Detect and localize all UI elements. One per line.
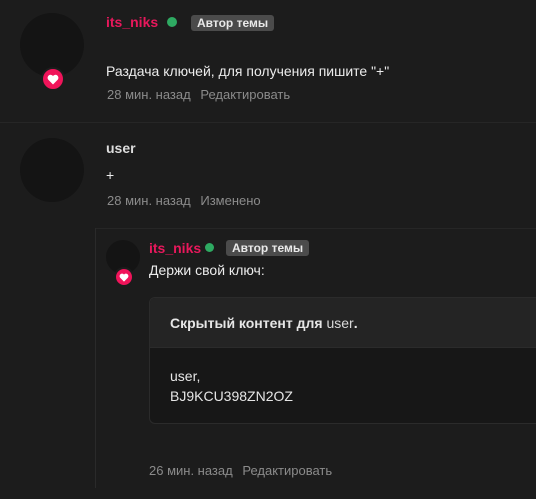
hidden-line-user: user, <box>170 368 201 384</box>
author-name[interactable]: user <box>106 139 136 157</box>
post-text: Держи свой ключ: <box>149 262 265 278</box>
post-time[interactable]: 28 мин. назад <box>107 193 191 208</box>
heart-badge <box>114 267 134 287</box>
edited-status[interactable]: Изменено <box>200 193 260 208</box>
post-text: Раздача ключей, для получения пишите "+" <box>106 63 390 79</box>
post-time[interactable]: 26 мин. назад <box>149 463 233 478</box>
divider <box>0 122 536 123</box>
reply-thread-line <box>95 228 96 488</box>
edit-link[interactable]: Редактировать <box>200 87 290 102</box>
edit-link[interactable]: Редактировать <box>242 463 332 478</box>
author-badge: Автор темы <box>191 15 275 31</box>
post-meta: 28 мин. назад Редактировать <box>107 87 296 103</box>
hidden-content-header: Скрытый контент для user . <box>150 298 536 348</box>
hidden-content-block: Скрытый контент для user . user, BJ9KCU3… <box>149 297 536 424</box>
avatar[interactable] <box>20 138 84 202</box>
hidden-line-key: BJ9KCU398ZN2OZ <box>170 388 293 404</box>
heart-badge <box>41 67 65 91</box>
post-meta: 26 мин. назад Редактировать <box>149 463 338 479</box>
post-text: + <box>106 167 115 183</box>
hidden-title-user[interactable]: user <box>326 315 353 331</box>
hidden-title-suffix: . <box>353 314 358 331</box>
author-name[interactable]: its_niks <box>149 240 201 256</box>
hidden-content-body: user, BJ9KCU398ZN2OZ <box>150 348 536 423</box>
online-dot-icon <box>167 17 177 27</box>
heart-icon <box>47 74 59 84</box>
author-name[interactable]: its_niks <box>106 14 158 30</box>
reply-divider <box>96 228 536 229</box>
author-badge: Автор темы <box>226 240 310 256</box>
hidden-title-prefix: Скрытый контент для <box>170 314 327 331</box>
post-meta: 28 мин. назад Изменено <box>107 193 267 209</box>
heart-icon <box>119 273 129 282</box>
post-time[interactable]: 28 мин. назад <box>107 87 191 102</box>
online-dot-icon <box>205 243 214 252</box>
